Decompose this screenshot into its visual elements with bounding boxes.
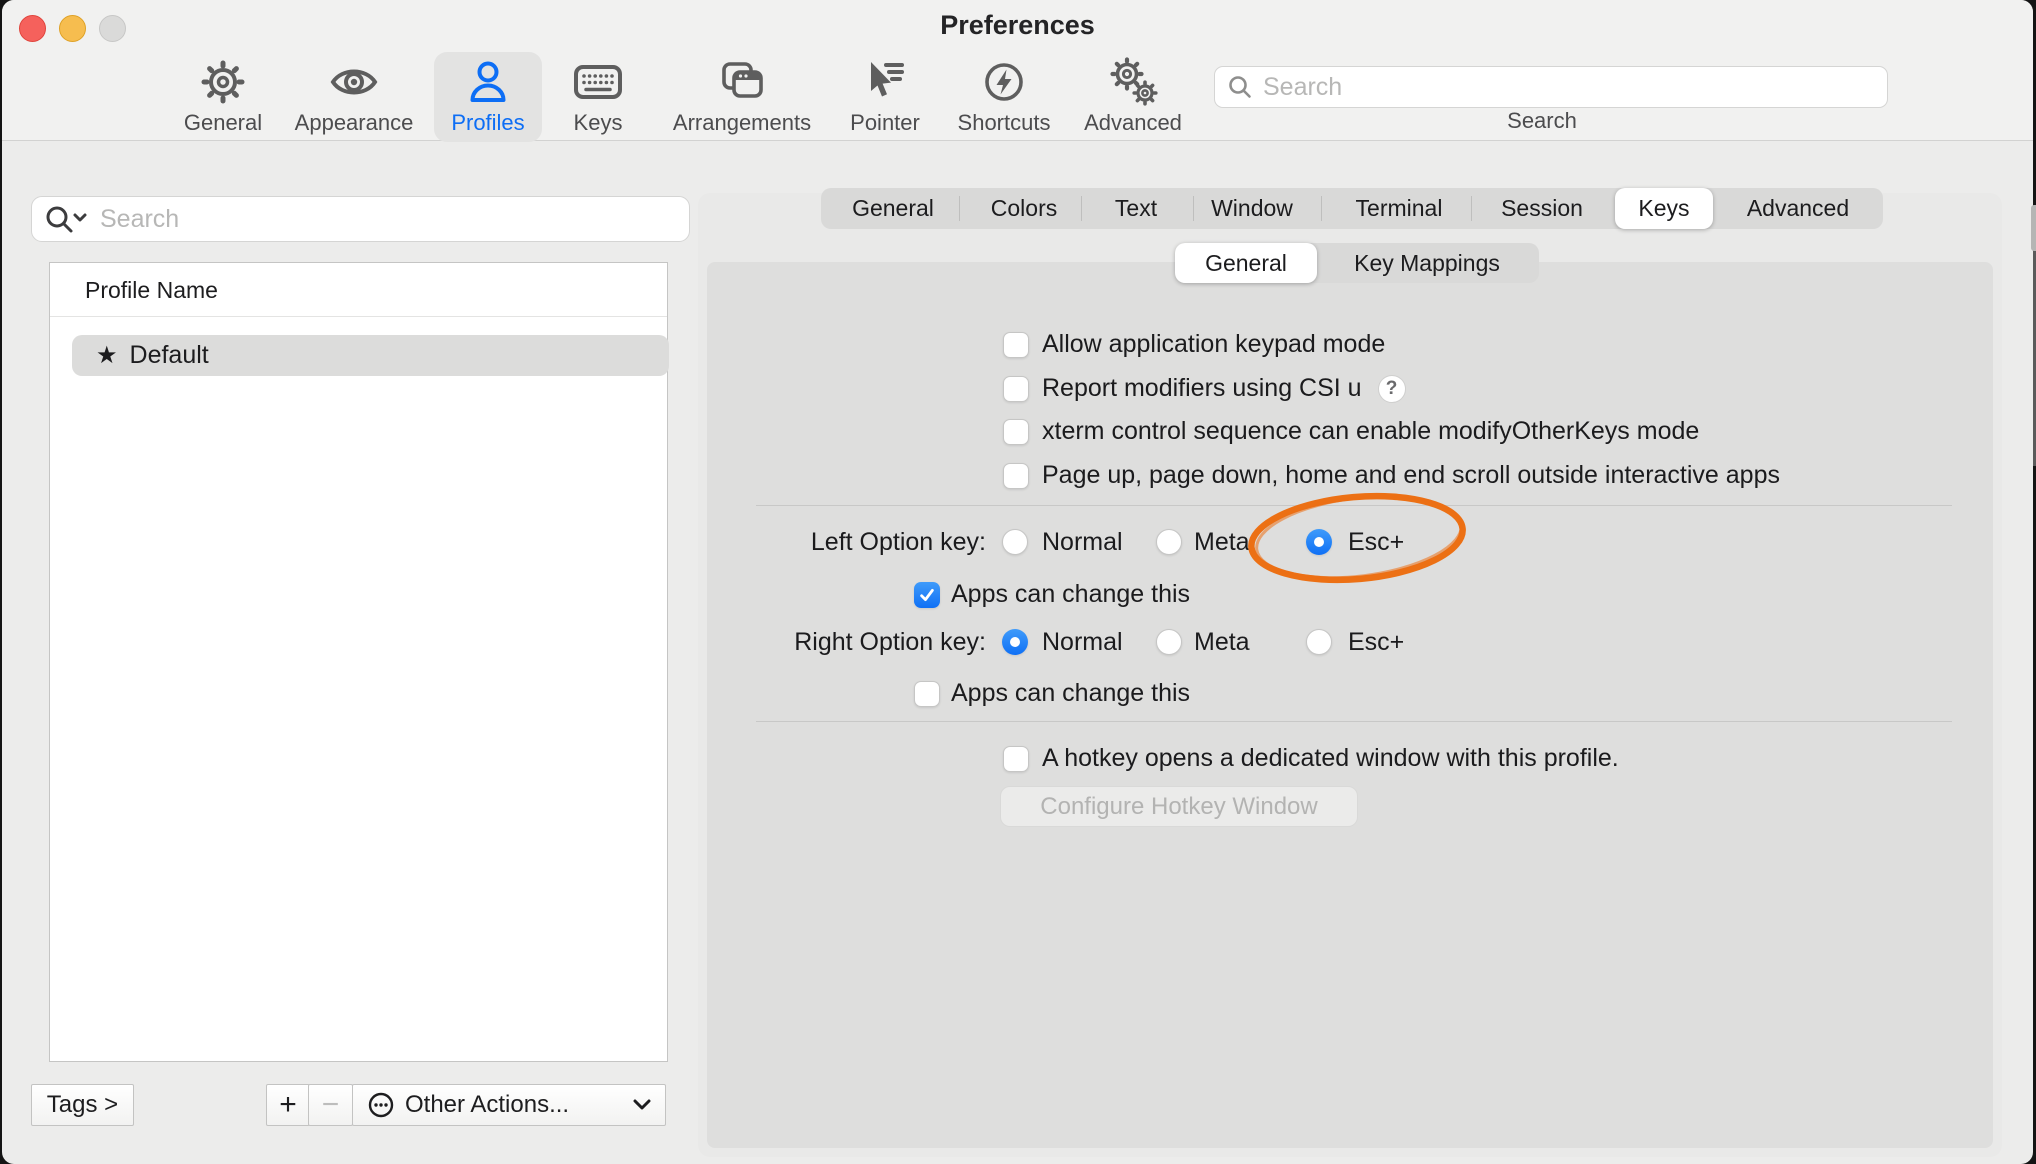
checkbox-row: xterm control sequence can enable modify… xyxy=(1003,417,1699,446)
profile-name: Default xyxy=(130,341,209,370)
checkbox-row: Report modifiers using CSI u ? xyxy=(1003,374,1406,403)
profile-list-header: Profile Name xyxy=(85,277,218,304)
tab-separator xyxy=(959,196,960,221)
tab-separator xyxy=(1081,196,1082,221)
left-option-key-row: Left Option key: Normal Meta Esc+ xyxy=(742,529,1642,555)
windows-icon xyxy=(672,56,812,108)
gears-icon xyxy=(1063,56,1203,108)
help-button[interactable]: ? xyxy=(1378,375,1406,403)
toolbar-item-label: Arrangements xyxy=(672,110,812,136)
toolbar-item-keys[interactable]: Keys xyxy=(528,56,668,136)
divider xyxy=(756,721,1952,722)
toolbar-item-advanced[interactable]: Advanced xyxy=(1063,56,1203,136)
apps-can-change-row: Apps can change this xyxy=(914,580,1190,609)
configure-hotkey-window-button[interactable]: Configure Hotkey Window xyxy=(1000,786,1358,827)
lightning-icon xyxy=(934,56,1074,108)
apps-can-change-row: Apps can change this xyxy=(914,679,1190,708)
chevron-down-icon xyxy=(633,1099,651,1111)
remove-profile-button[interactable]: − xyxy=(308,1084,353,1126)
tab-keys[interactable]: Keys xyxy=(1638,188,1689,229)
subtab-key-mappings[interactable]: Key Mappings xyxy=(1354,243,1500,283)
minus-icon: − xyxy=(322,1088,340,1122)
checkbox-left-apps-can-change[interactable] xyxy=(914,582,940,608)
radio-right-normal[interactable] xyxy=(1002,629,1028,655)
tab-advanced[interactable]: Advanced xyxy=(1747,188,1849,229)
profile-search-input[interactable] xyxy=(98,204,677,235)
checkbox-label: A hotkey opens a dedicated window with t… xyxy=(1042,744,1619,773)
radio-label: Esc+ xyxy=(1348,629,1404,655)
toolbar-search-field[interactable] xyxy=(1214,66,1888,108)
configure-button-label: Configure Hotkey Window xyxy=(1040,793,1317,821)
search-filter-icon xyxy=(44,204,90,234)
tab-separator xyxy=(1193,196,1194,221)
titlebar: Preferences General xyxy=(2,0,2033,141)
radio-label: Normal xyxy=(1042,529,1123,555)
checkbox-keypad-mode[interactable] xyxy=(1003,332,1029,358)
checkbox-row: Allow application keypad mode xyxy=(1003,330,1385,359)
checkbox-right-apps-can-change[interactable] xyxy=(914,681,940,707)
tab-separator xyxy=(1471,196,1472,221)
radio-right-esc[interactable] xyxy=(1306,629,1332,655)
radio-label: Meta xyxy=(1194,629,1250,655)
radio-left-normal[interactable] xyxy=(1002,529,1028,555)
toolbar-item-label: Shortcuts xyxy=(934,110,1074,136)
tab-session[interactable]: Session xyxy=(1501,188,1583,229)
page-title: Preferences xyxy=(2,10,2033,41)
checkbox-label: Apps can change this xyxy=(951,679,1190,708)
tab-separator xyxy=(1321,196,1322,221)
add-profile-button[interactable]: + xyxy=(266,1084,310,1126)
gear-icon xyxy=(153,56,293,108)
checkbox-csi-u[interactable] xyxy=(1003,376,1029,402)
profile-list: Profile Name ★ Default xyxy=(49,262,668,1062)
toolbar-item-arrangements[interactable]: Arrangements xyxy=(672,56,812,136)
background-window-sliver xyxy=(2031,205,2036,251)
profile-tab-bar xyxy=(821,188,1883,229)
tab-window[interactable]: Window xyxy=(1211,188,1293,229)
checkbox-scroll-outside-apps[interactable] xyxy=(1003,463,1029,489)
right-option-key-row: Right Option key: Normal Meta Esc+ xyxy=(742,629,1642,655)
star-icon: ★ xyxy=(96,344,118,368)
left-option-key-label: Left Option key: xyxy=(742,529,986,555)
radio-right-meta[interactable] xyxy=(1156,629,1182,655)
toolbar-item-general[interactable]: General xyxy=(153,56,293,136)
toolbar-search-input[interactable] xyxy=(1261,72,1875,103)
annotation-ellipse xyxy=(1236,482,1480,596)
checkbox-modify-other-keys[interactable] xyxy=(1003,419,1029,445)
subtab-general[interactable]: General xyxy=(1205,243,1287,283)
search-icon xyxy=(1227,74,1253,100)
divider xyxy=(50,316,667,317)
toolbar-item-label: Advanced xyxy=(1063,110,1203,136)
profile-search-field[interactable] xyxy=(31,196,690,242)
toolbar-item-appearance[interactable]: Appearance xyxy=(284,56,424,136)
tab-text[interactable]: Text xyxy=(1115,188,1157,229)
eye-icon xyxy=(284,56,424,108)
toolbar-search-caption: Search xyxy=(1442,108,1642,134)
radio-left-meta[interactable] xyxy=(1156,529,1182,555)
right-option-key-label: Right Option key: xyxy=(742,629,986,655)
hotkey-row: A hotkey opens a dedicated window with t… xyxy=(1003,744,1619,773)
checkbox-label: Report modifiers using CSI u xyxy=(1042,374,1362,403)
toolbar-item-label: General xyxy=(153,110,293,136)
checkbox-label: Apps can change this xyxy=(951,580,1190,609)
tags-button-label: Tags > xyxy=(47,1091,118,1119)
profile-row-default[interactable]: ★ Default xyxy=(72,335,669,376)
tags-button[interactable]: Tags > xyxy=(31,1084,134,1126)
tab-colors[interactable]: Colors xyxy=(991,188,1057,229)
tab-general[interactable]: General xyxy=(852,188,934,229)
radio-label: Normal xyxy=(1042,629,1123,655)
tab-terminal[interactable]: Terminal xyxy=(1356,188,1443,229)
preferences-window: Preferences General xyxy=(2,0,2033,1164)
keyboard-icon xyxy=(528,56,668,108)
toolbar-item-label: Appearance xyxy=(284,110,424,136)
checkbox-hotkey-window[interactable] xyxy=(1003,746,1029,772)
ellipsis-circle-icon xyxy=(367,1091,395,1119)
plus-icon: + xyxy=(279,1088,297,1122)
toolbar-item-label: Keys xyxy=(528,110,668,136)
other-actions-dropdown[interactable]: Other Actions... xyxy=(352,1084,666,1126)
other-actions-label: Other Actions... xyxy=(405,1091,569,1119)
checkbox-label: Allow application keypad mode xyxy=(1042,330,1385,359)
checkbox-label: xterm control sequence can enable modify… xyxy=(1042,417,1699,446)
toolbar-item-shortcuts[interactable]: Shortcuts xyxy=(934,56,1074,136)
